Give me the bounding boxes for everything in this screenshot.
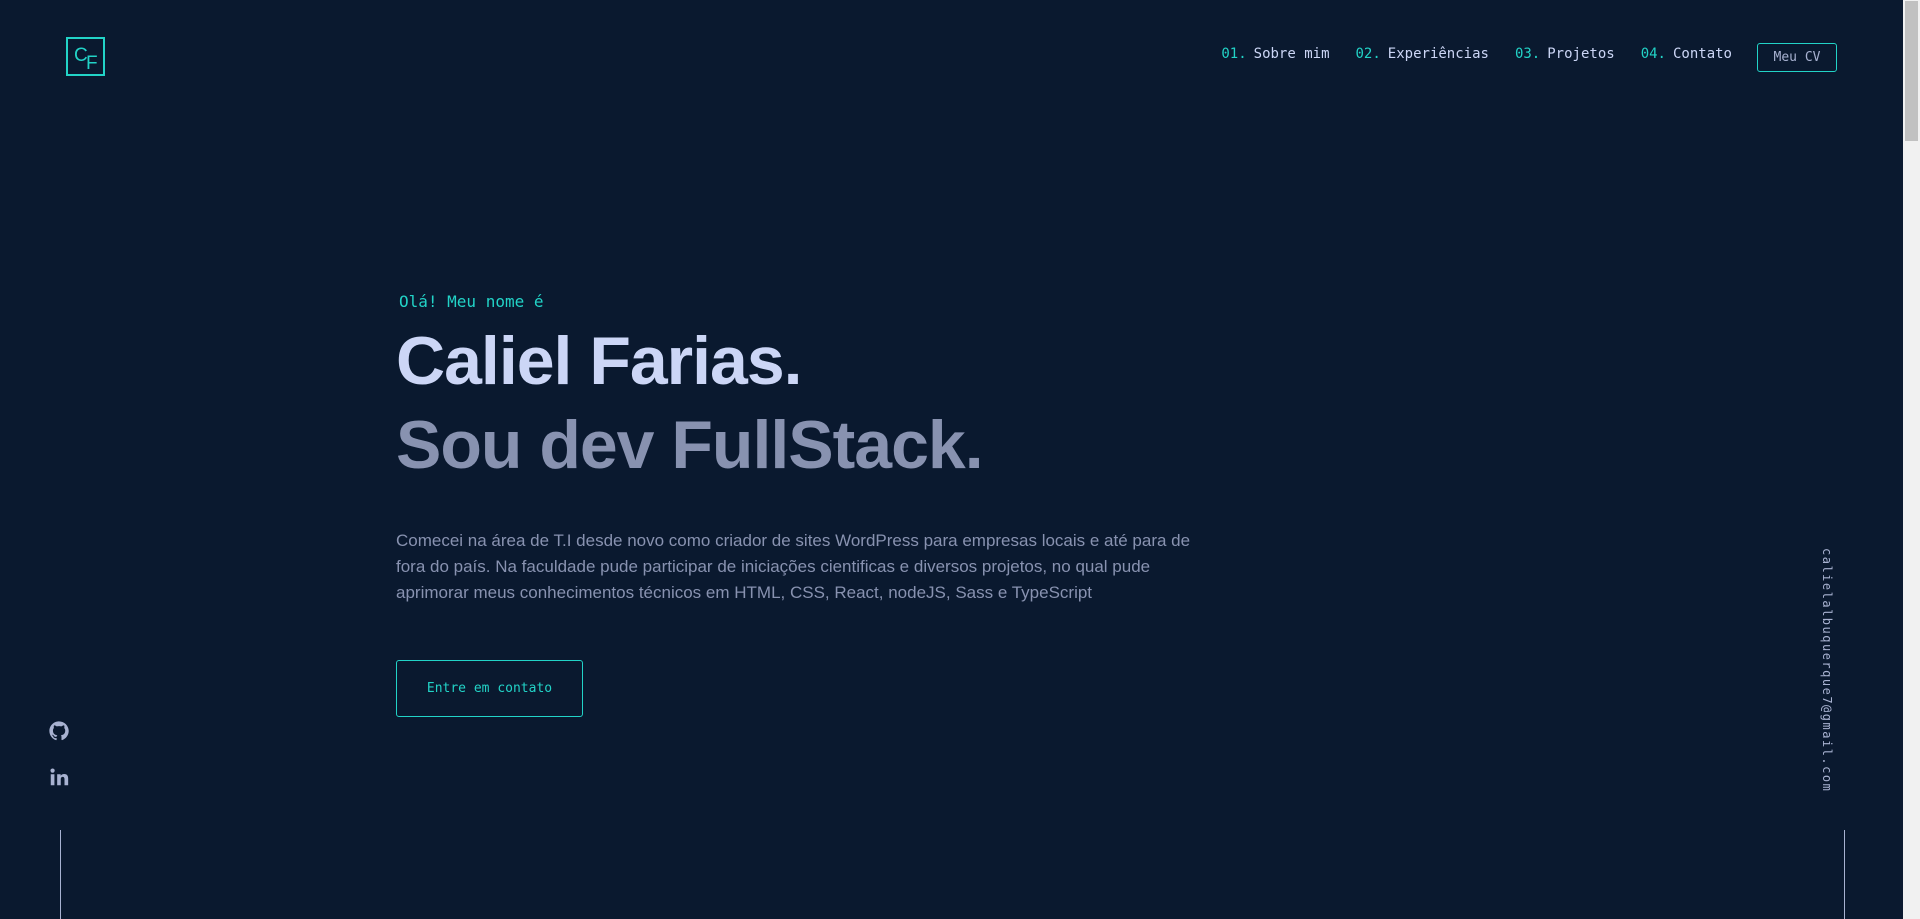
left-vertical-line [60,830,61,919]
github-link[interactable] [48,720,70,742]
linkedin-link[interactable] [48,766,70,788]
logo-letter-f: F [86,53,98,74]
hero-name: Caliel Farias. [396,323,803,399]
nav-item-contato[interactable]: 04. Contato [1641,46,1732,62]
hero-bio: Comecei na área de T.I desde novo como c… [396,531,1191,602]
cv-button[interactable]: Meu CV [1757,43,1837,72]
hero-section: Olá! Meu nome é Caliel Farias. Sou dev F… [396,290,1216,717]
nav-item-label: Contato [1672,46,1732,62]
nav-item-sobre-mim[interactable]: 01. Sobre mim [1221,46,1329,62]
nav-item-label: Sobre mim [1253,46,1330,62]
hero-role: Sou dev FullStack. [396,407,984,483]
main-nav: 01. Sobre mim 02. Experiências 03. Projetos… [1221,46,1732,62]
social-links [48,720,70,812]
nav-item-projetos[interactable]: 03. Projetos [1515,46,1615,62]
nav-item-number: 01. [1221,46,1247,62]
nav-item-experiencias[interactable]: 02. Experiências [1356,46,1489,62]
nav-item-number: 03. [1514,46,1541,62]
nav-item-number: 04. [1640,46,1666,62]
logo[interactable]: C F [66,37,105,76]
scrollbar-thumb[interactable] [1905,1,1918,141]
linkedin-icon [50,768,69,786]
nav-item-label: Experiências [1387,46,1489,62]
portfolio-page: C F 01. Sobre mim 02. Experiências 03. Proj… [0,0,1920,919]
nav-item-number: 02. [1355,46,1381,62]
email-link[interactable]: calielalbuquerque7@gmail.com [1820,548,1834,792]
hero-greeting: Olá! Meu nome é [399,292,544,311]
scrollbar[interactable] [1903,0,1920,919]
right-vertical-line [1844,830,1845,919]
nav-item-label: Projetos [1547,46,1615,62]
github-icon [49,721,69,741]
contact-button[interactable]: Entre em contato [396,660,583,717]
